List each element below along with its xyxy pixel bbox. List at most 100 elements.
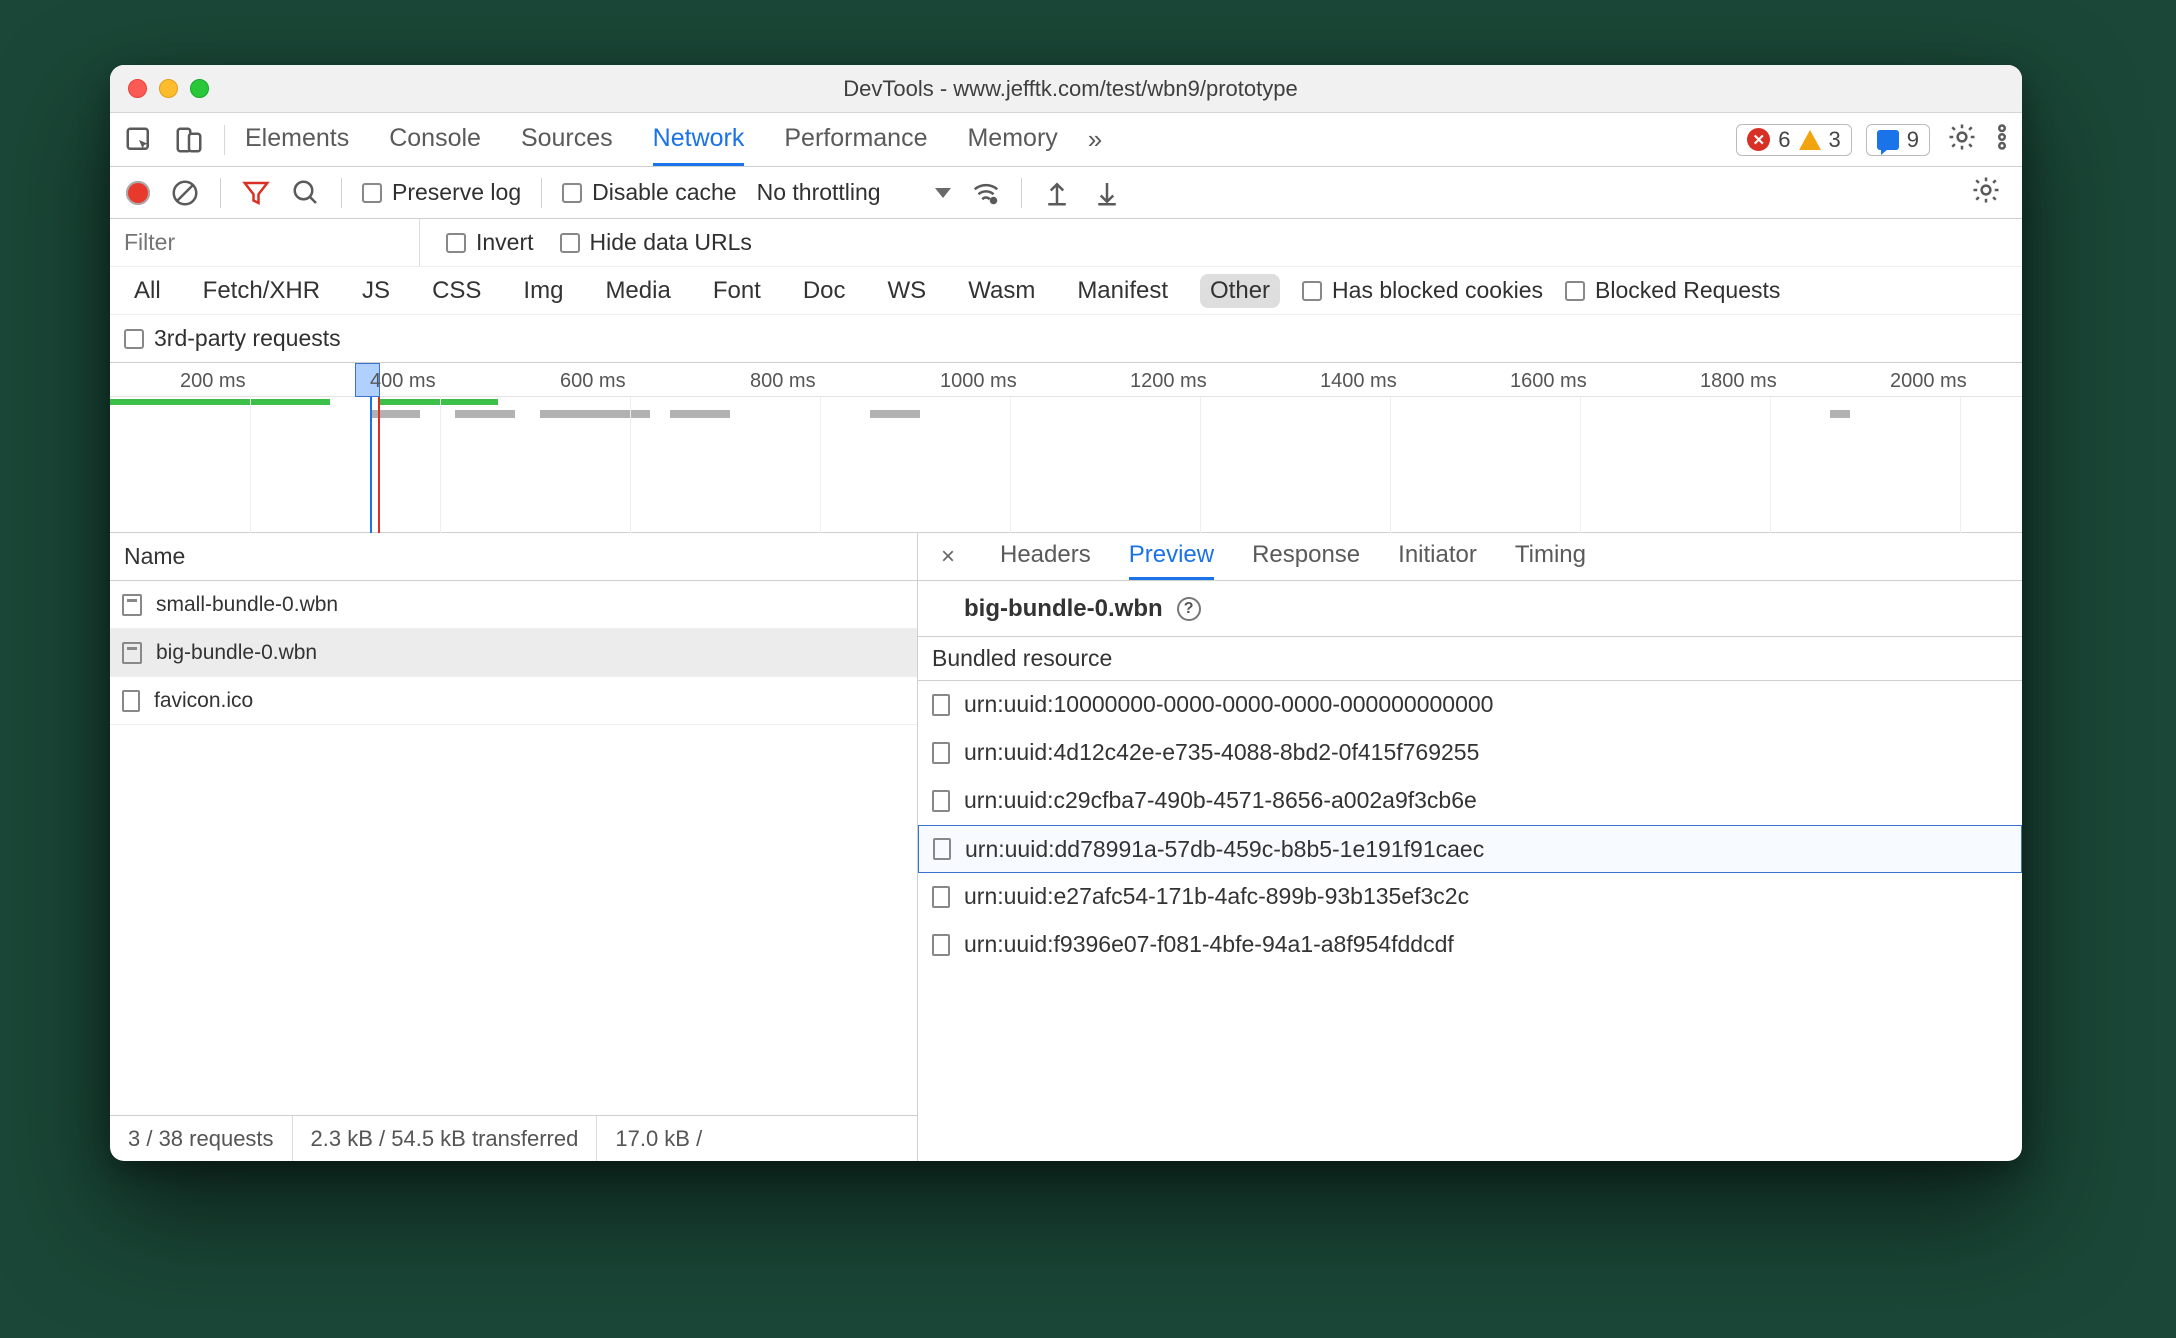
detail-tabs: × Headers Preview Response Initiator Timing (918, 533, 2022, 581)
bundled-resource-row[interactable]: urn:uuid:f9396e07-f081-4bfe-94a1-a8f954f… (918, 921, 2022, 969)
bundled-resource-row[interactable]: urn:uuid:10000000-0000-0000-0000-0000000… (918, 681, 2022, 729)
window-minimize-button[interactable] (159, 79, 178, 98)
type-filter-manifest[interactable]: Manifest (1067, 274, 1178, 308)
document-icon (932, 742, 950, 764)
content-split: Name small-bundle-0.wbn big-bundle-0.wbnf… (110, 533, 2022, 1161)
hide-data-urls-checkbox[interactable]: Hide data URLs (560, 229, 752, 256)
type-filter-all[interactable]: All (124, 274, 171, 308)
document-icon (122, 690, 140, 712)
bundled-resource-header: Bundled resource (918, 637, 2022, 681)
network-settings-icon[interactable] (1966, 175, 2006, 211)
throttling-label: No throttling (757, 179, 881, 206)
error-icon: ✕ (1747, 128, 1770, 151)
detail-tab-headers[interactable]: Headers (1000, 533, 1091, 580)
third-party-checkbox[interactable]: 3rd-party requests (124, 325, 341, 352)
type-filter-media[interactable]: Media (595, 274, 680, 308)
document-icon (932, 886, 950, 908)
bundle-icon (122, 642, 142, 664)
column-header-name[interactable]: Name (110, 533, 917, 581)
messages-icon (1877, 130, 1899, 150)
disable-cache-checkbox[interactable]: Disable cache (562, 179, 736, 206)
timeline-tick-label: 600 ms (560, 370, 626, 393)
inspect-element-icon[interactable] (124, 125, 154, 155)
preview-title-row: big-bundle-0.wbn ? (918, 581, 2022, 637)
request-row[interactable]: favicon.ico (110, 677, 917, 725)
invert-checkbox[interactable]: Invert (446, 229, 534, 256)
tab-sources[interactable]: Sources (521, 113, 613, 166)
type-filter-font[interactable]: Font (703, 274, 771, 308)
document-icon (933, 838, 951, 860)
bundled-resource-url: urn:uuid:f9396e07-f081-4bfe-94a1-a8f954f… (964, 931, 1454, 958)
tab-elements[interactable]: Elements (245, 113, 349, 166)
export-har-icon[interactable] (1092, 178, 1122, 208)
third-party-row: 3rd-party requests (110, 315, 2022, 363)
settings-icon[interactable] (1942, 122, 1982, 158)
network-conditions-icon[interactable] (971, 178, 1001, 208)
bundled-resource-row[interactable]: urn:uuid:dd78991a-57db-459c-b8b5-1e191f9… (918, 825, 2022, 873)
type-filter-fetchxhr[interactable]: Fetch/XHR (193, 274, 330, 308)
traffic-lights (128, 79, 209, 98)
bundled-resource-row[interactable]: urn:uuid:e27afc54-171b-4afc-899b-93b135e… (918, 873, 2022, 921)
search-icon[interactable] (291, 178, 321, 208)
document-icon (932, 934, 950, 956)
timeline-tick-label: 400 ms (370, 370, 436, 393)
window-zoom-button[interactable] (190, 79, 209, 98)
filter-icon[interactable] (241, 178, 271, 208)
request-row[interactable]: small-bundle-0.wbn (110, 581, 917, 629)
throttling-select[interactable]: No throttling (757, 179, 951, 206)
domcontentloaded-line (370, 397, 372, 533)
window-close-button[interactable] (128, 79, 147, 98)
timeline-tick-label: 1800 ms (1700, 370, 1777, 393)
request-row[interactable]: big-bundle-0.wbn (110, 629, 917, 677)
more-options-icon[interactable] (1982, 122, 2022, 158)
type-filter-js[interactable]: JS (352, 274, 400, 308)
device-toolbar-icon[interactable] (174, 125, 204, 155)
detail-tab-timing[interactable]: Timing (1515, 533, 1586, 580)
request-name: small-bundle-0.wbn (156, 593, 338, 617)
network-timeline[interactable]: 200 ms400 ms600 ms800 ms1000 ms1200 ms14… (110, 363, 2022, 533)
tab-performance[interactable]: Performance (784, 113, 927, 166)
clear-icon[interactable] (170, 178, 200, 208)
hide-data-urls-label: Hide data URLs (590, 229, 752, 256)
status-transferred: 2.3 kB / 54.5 kB transferred (293, 1116, 598, 1161)
preserve-log-checkbox[interactable]: Preserve log (362, 179, 521, 206)
load-event-line (378, 397, 380, 533)
third-party-label: 3rd-party requests (154, 325, 341, 352)
detail-tab-initiator[interactable]: Initiator (1398, 533, 1477, 580)
type-filter-wasm[interactable]: Wasm (958, 274, 1045, 308)
resource-type-filters: All Fetch/XHR JS CSS Img Media Font Doc WS Wasm Ma… (110, 267, 2022, 315)
requests-pane: Name small-bundle-0.wbn big-bundle-0.wbnf… (110, 533, 918, 1161)
record-button[interactable] (126, 181, 150, 205)
filter-input[interactable] (110, 219, 420, 266)
bundled-resource-row[interactable]: urn:uuid:c29cfba7-490b-4571-8656-a002a9f… (918, 777, 2022, 825)
has-blocked-cookies-checkbox[interactable]: Has blocked cookies (1302, 277, 1543, 304)
timeline-tick-label: 1000 ms (940, 370, 1017, 393)
detail-tab-response[interactable]: Response (1252, 533, 1360, 580)
tab-console[interactable]: Console (389, 113, 481, 166)
help-icon[interactable]: ? (1177, 597, 1201, 621)
close-detail-button[interactable]: × (934, 543, 962, 571)
timeline-tick-label: 200 ms (180, 370, 246, 393)
tab-network[interactable]: Network (653, 113, 745, 166)
detail-tab-preview[interactable]: Preview (1129, 533, 1214, 580)
timeline-tick-label: 1400 ms (1320, 370, 1397, 393)
bundled-resource-list: urn:uuid:10000000-0000-0000-0000-0000000… (918, 681, 2022, 1161)
type-filter-ws[interactable]: WS (878, 274, 937, 308)
blocked-requests-checkbox[interactable]: Blocked Requests (1565, 277, 1780, 304)
type-filter-other[interactable]: Other (1200, 274, 1280, 308)
type-filter-img[interactable]: Img (513, 274, 573, 308)
console-badges[interactable]: ✕ 6 3 9 (1736, 124, 1930, 156)
import-har-icon[interactable] (1042, 178, 1072, 208)
type-filter-css[interactable]: CSS (422, 274, 491, 308)
timeline-tick-label: 800 ms (750, 370, 816, 393)
error-count: 6 (1778, 127, 1790, 153)
invert-label: Invert (476, 229, 534, 256)
network-toolbar: Preserve log Disable cache No throttling (110, 167, 2022, 219)
tab-memory[interactable]: Memory (967, 113, 1057, 166)
tabs-overflow-icon[interactable]: » (1088, 124, 1102, 155)
timeline-tick-label: 2000 ms (1890, 370, 1967, 393)
bundled-resource-row[interactable]: urn:uuid:4d12c42e-e735-4088-8bd2-0f415f7… (918, 729, 2022, 777)
timeline-tick-label: 1600 ms (1510, 370, 1587, 393)
status-resources: 17.0 kB / (597, 1116, 720, 1161)
type-filter-doc[interactable]: Doc (793, 274, 856, 308)
